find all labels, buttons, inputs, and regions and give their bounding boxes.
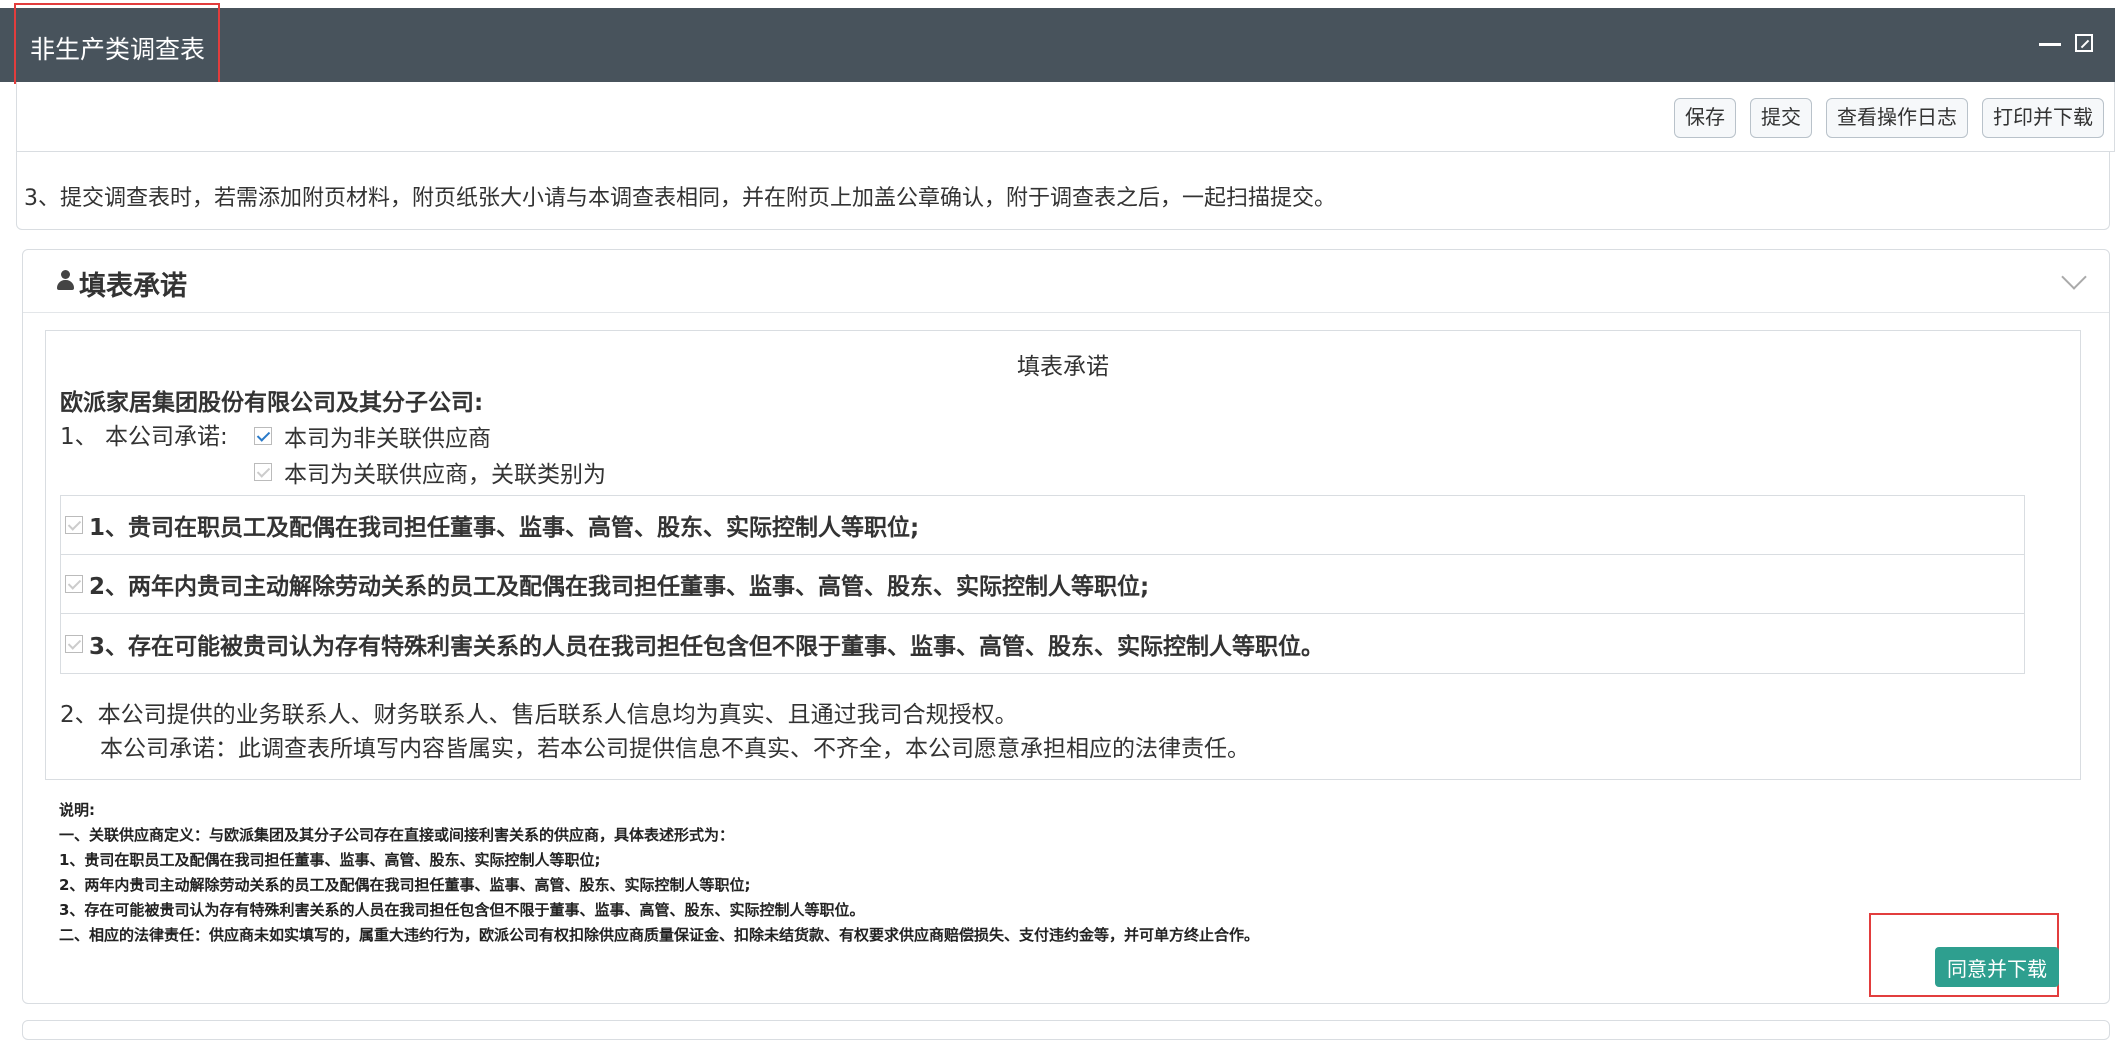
relation-checkbox[interactable] — [65, 575, 83, 593]
remark-line: 3、存在可能被贵司认为存有特殊利害关系的人员在我司担任包含但不限于董事、监事、高… — [59, 901, 865, 919]
remark-line: 一、关联供应商定义：与欧派集团及其分子公司存在直接或间接利害关系的供应商，具体表… — [59, 826, 735, 844]
promise-label: 1、 本公司承诺: — [60, 424, 228, 450]
pledge-item-2: 2、本公司提供的业务联系人、财务联系人、售后联系人信息均为真实、且通过我司合规授… — [60, 702, 1018, 728]
relation-row: 1、贵司在职员工及配偶在我司担任董事、监事、高管、股东、实际控制人等职位; — [61, 496, 2024, 555]
checkbox-related[interactable] — [254, 463, 272, 481]
submit-button[interactable]: 提交 — [1750, 98, 1812, 138]
remarks: 说明: 一、关联供应商定义：与欧派集团及其分子公司存在直接或间接利害关系的供应商… — [59, 798, 1259, 948]
pledge-header[interactable]: 填表承诺 — [23, 250, 2109, 313]
save-button[interactable]: 保存 — [1674, 98, 1736, 138]
relation-text: 3、存在可能被贵司认为存有特殊利害关系的人员在我司担任包含但不限于董事、监事、高… — [89, 633, 1325, 660]
option-label: 本司为非关联供应商 — [284, 426, 491, 452]
agree-download-button[interactable]: 同意并下载 — [1935, 947, 2059, 987]
pledge-box: 填表承诺 欧派家居集团股份有限公司及其分子公司: 1、 本公司承诺: 本司为非关… — [45, 330, 2081, 780]
next-card-edge — [22, 1020, 2110, 1040]
maximize-icon[interactable] — [2075, 34, 2093, 52]
toolbar-panel: 保存 提交 查看操作日志 打印并下载 — [16, 82, 2115, 152]
minimize-icon[interactable] — [2039, 42, 2061, 46]
remark-line: 二、相应的法律责任：供应商未如实填写的，属重大违约行为，欧派公司有权扣除供应商质… — [59, 926, 1260, 944]
relation-row: 2、两年内贵司主动解除劳动关系的员工及配偶在我司担任董事、监事、高管、股东、实际… — [61, 555, 2024, 614]
pledge-box-title: 填表承诺 — [1017, 354, 1109, 380]
relation-text: 1、贵司在职员工及配偶在我司担任董事、监事、高管、股东、实际控制人等职位; — [89, 515, 920, 541]
remark-line: 说明: — [59, 801, 95, 819]
relation-text: 2、两年内贵司主动解除劳动关系的员工及配偶在我司担任董事、监事、高管、股东、实际… — [89, 574, 1150, 600]
checkbox-non-related[interactable] — [254, 427, 272, 445]
remark-line: 2、两年内贵司主动解除劳动关系的员工及配偶在我司担任董事、监事、高管、股东、实际… — [59, 876, 751, 894]
relation-checkbox[interactable] — [65, 516, 83, 534]
pledge-section-title: 填表承诺 — [79, 271, 187, 302]
user-icon — [57, 270, 74, 290]
pledge-item-2-commitment: 本公司承诺：此调查表所填写内容皆属实，若本公司提供信息不真实、不齐全，本公司愿意… — [100, 736, 1250, 762]
option-label: 本司为关联供应商，关联类别为 — [284, 462, 606, 488]
remark-line: 1、贵司在职员工及配偶在我司担任董事、监事、高管、股东、实际控制人等职位; — [59, 851, 601, 869]
chevron-down-icon[interactable] — [2061, 264, 2087, 290]
window-titlebar: 非生产类调查表 — [0, 8, 2115, 82]
company-name: 欧派家居集团股份有限公司及其分子公司: — [60, 390, 484, 416]
print-download-button[interactable]: 打印并下载 — [1982, 98, 2104, 138]
pledge-card: 填表承诺 填表承诺 欧派家居集团股份有限公司及其分子公司: 1、 本公司承诺: … — [22, 249, 2110, 1004]
option-related[interactable]: 本司为关联供应商，关联类别为 — [254, 455, 606, 489]
relation-table: 1、贵司在职员工及配偶在我司担任董事、监事、高管、股东、实际控制人等职位; 2、… — [60, 495, 2025, 674]
toolbar: 保存 提交 查看操作日志 打印并下载 — [1674, 98, 2104, 138]
title-highlight-box — [14, 3, 220, 84]
view-log-button[interactable]: 查看操作日志 — [1826, 98, 1968, 138]
option-non-related[interactable]: 本司为非关联供应商 — [254, 419, 491, 453]
relation-row: 3、存在可能被贵司认为存有特殊利害关系的人员在我司担任包含但不限于董事、监事、高… — [61, 614, 2024, 673]
window-controls — [2039, 34, 2093, 52]
relation-checkbox[interactable] — [65, 634, 83, 653]
note-item-3: 3、提交调查表时，若需添加附页材料，附页纸张大小请与本调查表相同，并在附页上加盖… — [24, 186, 1337, 211]
